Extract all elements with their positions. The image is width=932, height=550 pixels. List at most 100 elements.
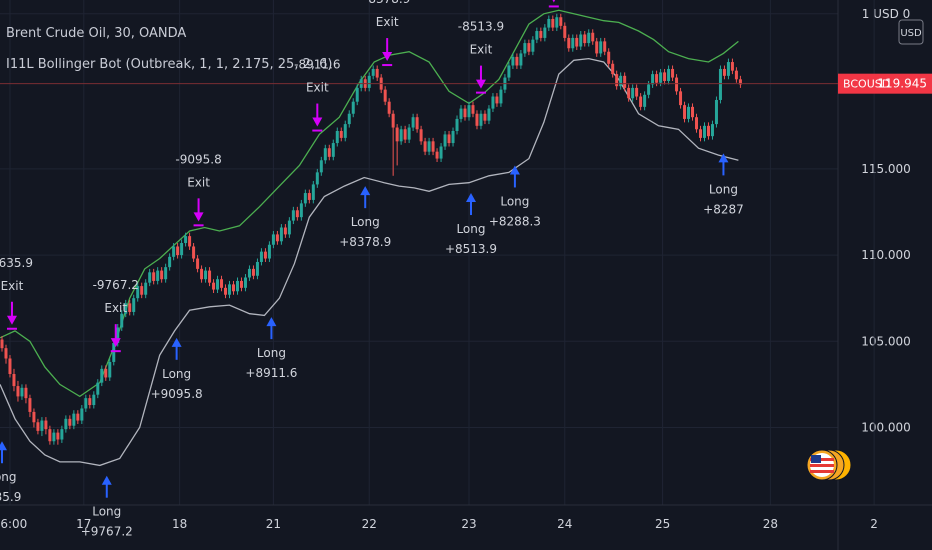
long-signal-label: +8287 [703, 202, 744, 216]
candle-body [315, 172, 319, 185]
candle-body [595, 41, 599, 54]
candle-body [734, 70, 738, 80]
candle-body [287, 220, 291, 235]
candle-body [543, 27, 547, 38]
exit-signal-label: Exit [1, 279, 24, 293]
candle-body [16, 386, 20, 397]
candle-body [383, 89, 387, 102]
candle-body [68, 418, 72, 426]
price-tick-label: 115.000 [861, 162, 911, 176]
candle-body [675, 77, 679, 92]
candle-body [491, 96, 495, 109]
time-tick-label: 18 [172, 517, 187, 531]
candle-body [283, 227, 287, 235]
candle-body [495, 96, 499, 104]
candle-body [451, 130, 455, 144]
flag-canton [811, 455, 821, 463]
price-chart[interactable]: 100.000 105.000 110.000 115.000 1 USD 0 06:00… [0, 0, 932, 550]
candle-body [687, 106, 691, 119]
candle-body [427, 141, 431, 152]
candle-body [303, 193, 307, 204]
candle-body [431, 141, 435, 152]
candle-body [647, 84, 651, 95]
candle-body [28, 398, 32, 412]
exit-signal-label: Exit [187, 175, 210, 189]
candle-body [455, 118, 459, 131]
candle-body [395, 127, 399, 142]
candle-body [415, 117, 419, 130]
candle-body [627, 87, 631, 99]
time-tick-label: 2 [870, 517, 878, 531]
candle-body [523, 43, 527, 54]
candle-body [623, 75, 627, 88]
candle-body [88, 398, 92, 406]
candle-body [706, 125, 710, 137]
exit-signal-label: Exit [376, 15, 399, 29]
candle-body [92, 394, 96, 406]
candle-body [267, 244, 271, 259]
candle-body [583, 34, 587, 44]
candle-body [20, 387, 24, 397]
candle-body [243, 277, 247, 288]
candle-body [539, 31, 543, 38]
candle-body [168, 256, 172, 268]
candle-body [479, 113, 483, 126]
candle-body [40, 420, 44, 431]
candle-body [108, 361, 112, 378]
flag-stripe [810, 464, 834, 467]
candle-body [563, 25, 567, 38]
long-signal-label: Long [162, 367, 191, 381]
candle-body [180, 243, 184, 256]
candle-body [192, 246, 196, 259]
candle-body [48, 429, 52, 442]
candle-body [56, 432, 60, 440]
candle-body [499, 89, 503, 104]
currency-label: USD [900, 28, 922, 39]
long-signal-label: -635.9 [0, 490, 21, 504]
candle-body [635, 87, 639, 97]
candle-body [52, 432, 56, 442]
exit-signal-label: Exit [306, 81, 329, 95]
candle-body [12, 374, 16, 387]
candle-body [643, 94, 647, 107]
candle-body [691, 106, 695, 118]
candle-body [722, 68, 726, 76]
time-tick-label: 21 [266, 517, 281, 531]
candle-body [483, 113, 487, 121]
candle-body [607, 51, 611, 64]
long-signal-label: Long [456, 222, 485, 236]
chart-background [0, 0, 932, 550]
candle-body [172, 246, 176, 257]
time-tick-label: 23 [461, 517, 476, 531]
candle-body [311, 184, 315, 200]
candle-body [271, 234, 275, 245]
candle-body [714, 99, 718, 125]
candle-body [144, 282, 148, 295]
candle-body [64, 418, 68, 430]
candle-body [519, 53, 523, 66]
candle-body [36, 422, 40, 431]
candle-body [231, 284, 235, 292]
candle-body [176, 246, 180, 256]
candle-body [575, 37, 579, 47]
flag-coins-icon [806, 449, 852, 481]
candle-body [120, 313, 124, 328]
long-signal-label: Long [351, 215, 380, 229]
long-signal-label: Long [500, 194, 529, 208]
candle-body [60, 429, 64, 440]
indicator-title[interactable]: I11L Bollinger Bot (Outbreak, 1, 1, 2.17… [6, 57, 332, 72]
candle-body [140, 286, 144, 295]
candle-body [323, 148, 327, 161]
candle-body [619, 75, 623, 87]
candle-body [475, 113, 479, 126]
price-tick-label: 105.000 [861, 334, 911, 348]
candle-body [307, 193, 311, 200]
candle-body [718, 68, 722, 100]
candle-body [447, 134, 451, 144]
symbol-title[interactable]: Brent Crude Oil, 30, OANDA [6, 26, 186, 41]
candle [718, 65, 722, 104]
candle-body [435, 151, 439, 159]
candle-body [559, 17, 563, 26]
exit-signal-label: -9095.8 [175, 152, 221, 166]
candle-body [8, 358, 12, 375]
